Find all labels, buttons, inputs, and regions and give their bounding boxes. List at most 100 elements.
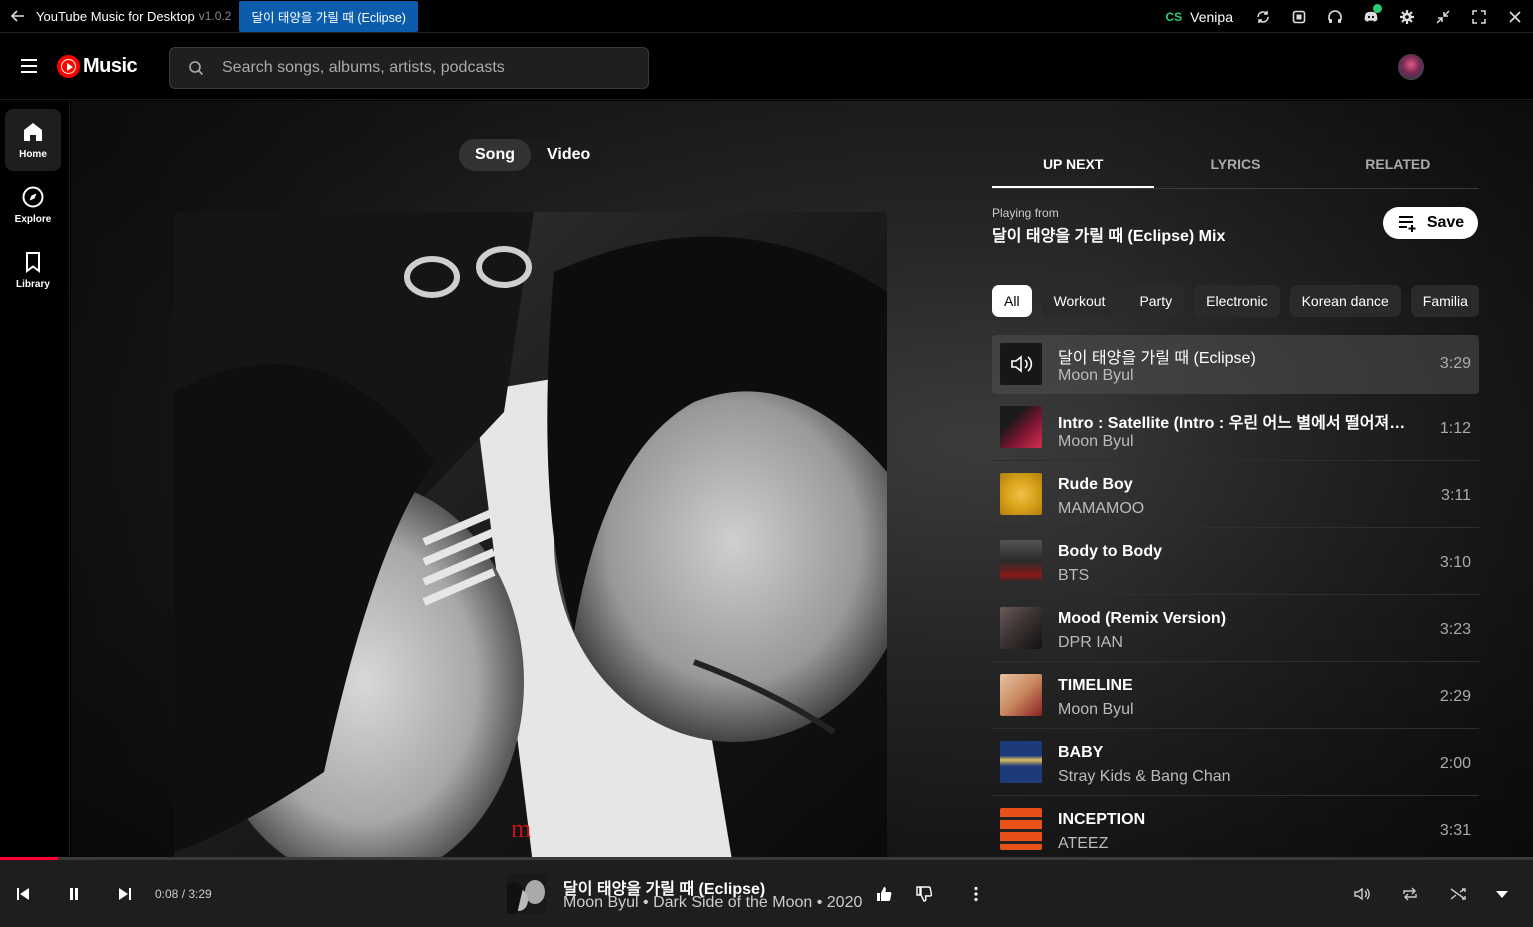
tab-related[interactable]: RELATED — [1317, 143, 1479, 188]
queue-item[interactable]: Body to Body BTS 3:10 — [992, 528, 1479, 595]
shuffle-icon[interactable] — [1447, 884, 1469, 904]
queue-thumbnail — [1000, 808, 1042, 850]
close-icon[interactable] — [1497, 0, 1533, 33]
queue-item-current[interactable]: 달이 태양을 가릴 때 (Eclipse) Moon Byul 3:29 — [992, 335, 1479, 394]
avatar[interactable] — [1398, 54, 1424, 80]
bookmark-icon — [26, 252, 40, 273]
save-button[interactable]: Save — [1383, 207, 1478, 239]
user-logo: CS — [1165, 9, 1183, 24]
queue-tabs: UP NEXT LYRICS RELATED — [992, 143, 1479, 189]
queue-thumbnail — [1000, 473, 1042, 515]
sidebar-item-label: Library — [16, 279, 50, 290]
video-toggle-option[interactable]: Video — [531, 139, 606, 171]
queue-item[interactable]: Mood (Remix Version) DPR IAN 3:23 — [992, 595, 1479, 662]
queue-title: INCEPTION — [1058, 811, 1146, 828]
refresh-icon[interactable] — [1245, 0, 1281, 33]
current-song-badge[interactable]: 달이 태양을 가릴 때 (Eclipse) — [239, 0, 418, 32]
playlist-name: 달이 태양을 가릴 때 (Eclipse) Mix — [992, 228, 1226, 245]
chip-workout[interactable]: Workout — [1041, 285, 1118, 317]
queue-duration: 3:10 — [1439, 554, 1471, 571]
playing-from: Playing from 달이 태양을 가릴 때 (Eclipse) Mix — [992, 206, 1225, 246]
queue-title: BABY — [1058, 744, 1104, 761]
app-header: Music — [0, 34, 1533, 100]
headphones-icon[interactable] — [1317, 0, 1353, 33]
queue-artist: Moon Byul — [1058, 701, 1134, 718]
minimize-icon[interactable] — [1425, 0, 1461, 33]
thumbs-up-icon[interactable] — [873, 883, 895, 905]
search-input[interactable] — [222, 59, 622, 77]
chevron-down-icon[interactable] — [1491, 884, 1513, 904]
queue-thumbnail — [1000, 343, 1042, 385]
fullscreen-icon[interactable] — [1461, 0, 1497, 33]
next-icon[interactable] — [114, 884, 136, 904]
queue-title: Mood (Remix Version) — [1058, 610, 1227, 627]
queue-artist: Moon Byul — [1058, 433, 1134, 450]
queue-artist: ATEEZ — [1058, 835, 1109, 852]
queue-item[interactable]: INCEPTION ATEEZ 3:31 — [992, 796, 1479, 858]
queue-list: 달이 태양을 가릴 때 (Eclipse) Moon Byul 3:29 Int… — [992, 335, 1479, 858]
queue-thumbnail — [1000, 607, 1042, 649]
chip-party[interactable]: Party — [1127, 285, 1185, 317]
chip-familia[interactable]: Familia — [1410, 285, 1479, 317]
thumbs-down-icon[interactable] — [913, 883, 935, 905]
queue-artist: DPR IAN — [1058, 634, 1123, 651]
chip-electronic[interactable]: Electronic — [1194, 285, 1280, 317]
title-bar: YouTube Music for Desktop v1.0.2 달이 태양을 … — [0, 0, 1533, 33]
play-logo-icon — [57, 55, 80, 78]
sidebar-item-explore[interactable]: Explore — [5, 174, 61, 236]
volume-icon[interactable] — [1351, 884, 1373, 904]
back-arrow-icon[interactable] — [0, 0, 36, 33]
sidebar-item-home[interactable]: Home — [5, 109, 61, 171]
gear-icon[interactable] — [1389, 0, 1425, 33]
queue-duration: 2:00 — [1439, 755, 1471, 772]
menu-icon[interactable] — [19, 56, 39, 76]
queue-item[interactable]: TIMELINE Moon Byul 2:29 — [992, 662, 1479, 729]
tab-lyrics[interactable]: LYRICS — [1154, 143, 1316, 188]
search-bar[interactable] — [169, 47, 649, 89]
playlist-add-icon — [1398, 216, 1416, 232]
queue-title: TIMELINE — [1058, 677, 1133, 694]
song-video-toggle[interactable]: Song Video — [459, 139, 607, 171]
chip-korean-dance[interactable]: Korean dance — [1289, 285, 1401, 317]
app-title: YouTube Music for Desktop — [36, 8, 195, 24]
player-subtitle[interactable]: Moon Byul • Dark Side of the Moon • 2020 — [563, 894, 862, 912]
queue-duration: 3:29 — [1439, 355, 1471, 372]
queue-artist: Moon Byul — [1058, 367, 1134, 384]
more-options-icon[interactable] — [966, 883, 986, 905]
queue-thumbnail — [1000, 540, 1042, 582]
now-playing-page: Song Video m UP NEXT LYRICS RELATED Play… — [71, 101, 1533, 858]
queue-thumbnail — [1000, 674, 1042, 716]
sidebar-item-library[interactable]: Library — [5, 239, 61, 301]
player-bar: 0:08 / 3:29 달이 태양을 가릴 때 (Eclipse) Moon B… — [0, 860, 1533, 927]
speaker-icon — [1000, 343, 1042, 385]
sidebar-item-label: Home — [19, 149, 47, 160]
queue-title: Rude Boy — [1058, 476, 1133, 493]
save-label: Save — [1426, 214, 1465, 231]
song-toggle-option[interactable]: Song — [459, 139, 531, 171]
previous-icon[interactable] — [12, 884, 34, 904]
queue-item[interactable]: Rude Boy MAMAMOO 3:11 — [992, 461, 1479, 528]
queue-item[interactable]: Intro : Satellite (Intro : 우린 어느 별에서 떨어져… — [992, 394, 1479, 461]
tab-up-next[interactable]: UP NEXT — [992, 143, 1155, 188]
queue-item[interactable]: BABY Stray Kids & Bang Chan 2:00 — [992, 729, 1479, 796]
user-name: Venipa — [1190, 8, 1233, 25]
album-art: m — [174, 212, 887, 858]
pause-icon[interactable] — [63, 884, 85, 904]
queue-thumbnail — [1000, 406, 1042, 448]
discord-icon[interactable] — [1353, 0, 1389, 33]
discord-status-dot — [1373, 4, 1382, 13]
logo-text: Music — [83, 55, 138, 77]
youtube-music-logo[interactable]: Music — [57, 55, 138, 78]
compass-icon — [22, 186, 44, 208]
playback-time: 0:08 / 3:29 — [155, 887, 212, 901]
user-account[interactable]: CS Venipa — [1166, 9, 1234, 25]
queue-duration: 3:31 — [1439, 822, 1471, 839]
sidebar-item-label: Explore — [14, 214, 52, 225]
repeat-icon[interactable] — [1399, 884, 1421, 904]
search-icon — [170, 60, 222, 76]
playing-from-label: Playing from — [992, 206, 1059, 220]
app-version: v1.0.2 — [198, 9, 232, 23]
extension-icon[interactable] — [1281, 0, 1317, 33]
queue-artist: BTS — [1058, 567, 1090, 584]
chip-all[interactable]: All — [992, 285, 1032, 317]
